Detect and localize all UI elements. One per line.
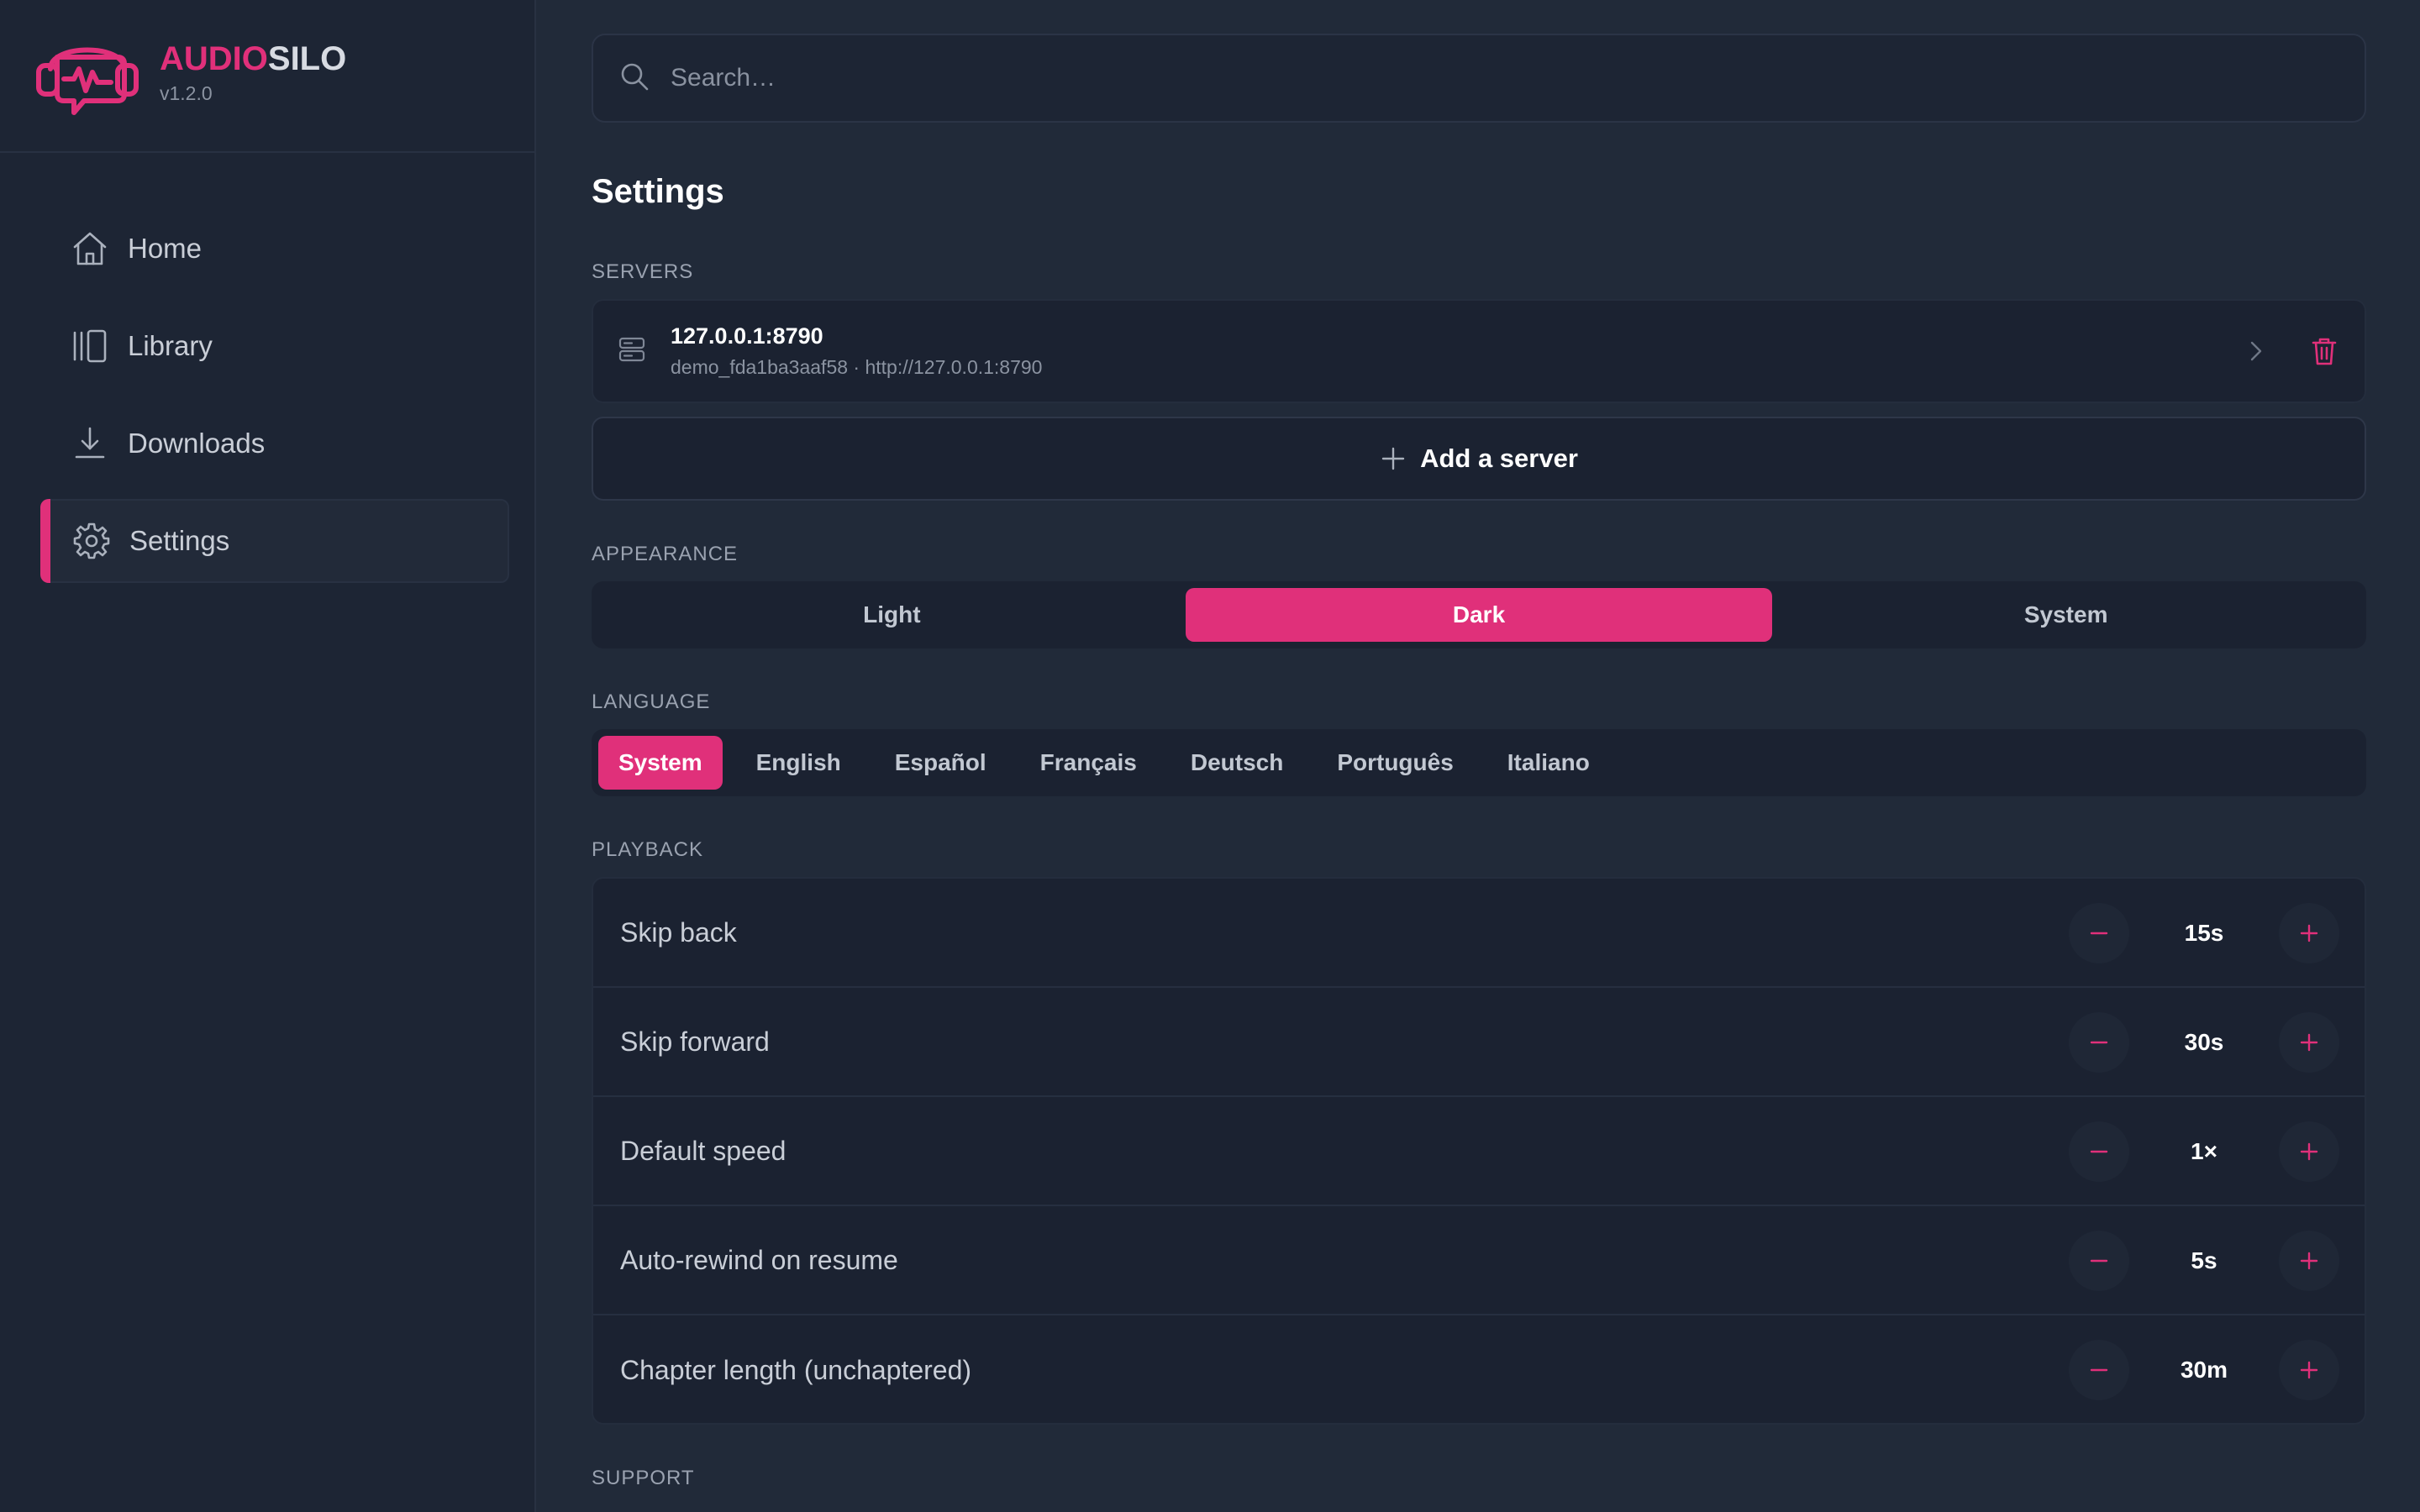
- sidebar-item-settings[interactable]: Settings: [40, 499, 509, 583]
- stepper-value: 30s: [2184, 1029, 2224, 1055]
- setting-label: Skip back: [620, 916, 737, 948]
- stepper-value: 30m: [2180, 1357, 2228, 1383]
- server-card[interactable]: 127.0.0.1:8790 demo_fda1ba3aaf58 · http:…: [592, 299, 2366, 403]
- server-name: 127.0.0.1:8790: [671, 323, 823, 349]
- stepper-value: 15s: [2184, 920, 2224, 946]
- language-option-italiano[interactable]: Italiano: [1487, 736, 1610, 790]
- add-server-label: Add a server: [1420, 444, 1578, 473]
- theme-option-system[interactable]: System: [1772, 588, 2360, 642]
- sidebar: AUDIOSILO v1.2.0 Home Library Downloads …: [0, 0, 536, 1512]
- add-server-button[interactable]: Add a server: [592, 417, 2366, 501]
- default-speed-stepper: 1×: [2069, 1121, 2339, 1182]
- language-option-francais[interactable]: Français: [1020, 736, 1157, 790]
- theme-selector: Light Dark System: [592, 581, 2366, 648]
- setting-row-auto-rewind: Auto-rewind on resume 5s: [593, 1206, 2365, 1315]
- decrement-button[interactable]: [2069, 1231, 2129, 1291]
- plus-icon: [2300, 924, 2318, 942]
- language-option-espanol[interactable]: Español: [875, 736, 1007, 790]
- increment-button[interactable]: [2279, 1340, 2339, 1400]
- minus-icon: [2090, 1259, 2108, 1263]
- search-bar[interactable]: [592, 34, 2366, 123]
- brand-name: AUDIOSILO: [160, 39, 346, 79]
- increment-button[interactable]: [2279, 903, 2339, 963]
- language-selector: System English Español Français Deutsch …: [592, 729, 2366, 796]
- plus-icon: [2300, 1142, 2318, 1161]
- section-label-language: LANGUAGE: [592, 690, 711, 713]
- minus-icon: [2090, 1368, 2108, 1372]
- setting-label: Default speed: [620, 1135, 786, 1166]
- decrement-button[interactable]: [2069, 1121, 2129, 1182]
- increment-button[interactable]: [2279, 1121, 2339, 1182]
- section-label-appearance: APPEARANCE: [592, 543, 739, 565]
- plus-icon: [2300, 1361, 2318, 1379]
- skip-forward-stepper: 30s: [2069, 1012, 2339, 1073]
- increment-button[interactable]: [2279, 1012, 2339, 1073]
- setting-label: Auto-rewind on resume: [620, 1244, 898, 1275]
- main-content: Settings SERVERS 127.0.0.1:8790 demo_fda…: [592, 0, 2366, 1512]
- gear-icon: [71, 520, 113, 562]
- theme-option-dark[interactable]: Dark: [1185, 588, 1773, 642]
- language-option-portugues[interactable]: Português: [1317, 736, 1473, 790]
- sidebar-item-label: Library: [128, 330, 213, 361]
- server-detail: demo_fda1ba3aaf58 · http://127.0.0.1:879…: [671, 356, 1043, 378]
- sidebar-item-label: Downloads: [128, 428, 266, 459]
- chevron-right-icon[interactable]: [2240, 336, 2270, 366]
- setting-row-default-speed: Default speed 1×: [593, 1097, 2365, 1206]
- minus-icon: [2090, 932, 2108, 935]
- page-title: Settings: [592, 173, 724, 210]
- minus-icon: [2090, 1150, 2108, 1153]
- theme-option-light[interactable]: Light: [598, 588, 1186, 642]
- sidebar-item-label: Settings: [129, 525, 230, 556]
- setting-row-skip-back: Skip back 15s: [593, 879, 2365, 988]
- search-input[interactable]: [671, 64, 2365, 92]
- home-icon: [69, 228, 111, 270]
- stepper-value: 1×: [2191, 1138, 2217, 1164]
- sidebar-nav: Home Library Downloads Settings: [0, 153, 534, 583]
- language-option-system[interactable]: System: [598, 736, 723, 790]
- trash-icon[interactable]: [2307, 334, 2341, 368]
- brand: AUDIOSILO v1.2.0: [0, 0, 534, 153]
- decrement-button[interactable]: [2069, 1012, 2129, 1073]
- setting-row-chapter-length: Chapter length (unchaptered) 30m: [593, 1315, 2365, 1425]
- plus-icon: [1381, 447, 1405, 470]
- plus-icon: [2300, 1252, 2318, 1270]
- logo-icon: [36, 47, 139, 115]
- setting-row-skip-forward: Skip forward 30s: [593, 988, 2365, 1097]
- decrement-button[interactable]: [2069, 903, 2129, 963]
- section-label-servers: SERVERS: [592, 260, 694, 283]
- sidebar-item-library[interactable]: Library: [40, 304, 509, 388]
- search-icon: [618, 60, 650, 97]
- decrement-button[interactable]: [2069, 1340, 2129, 1400]
- section-label-support: SUPPORT: [592, 1467, 695, 1489]
- setting-label: Skip forward: [620, 1026, 770, 1057]
- sidebar-item-home[interactable]: Home: [40, 207, 509, 291]
- language-option-deutsch[interactable]: Deutsch: [1171, 736, 1303, 790]
- brand-name-accent: AUDIO: [160, 39, 268, 77]
- app-version: v1.2.0: [160, 81, 213, 104]
- sidebar-item-downloads[interactable]: Downloads: [40, 402, 509, 486]
- playback-settings: Skip back 15s Skip forward 30s Default s…: [592, 877, 2366, 1425]
- library-icon: [69, 325, 111, 367]
- auto-rewind-stepper: 5s: [2069, 1231, 2339, 1291]
- chapter-length-stepper: 30m: [2069, 1340, 2339, 1400]
- plus-icon: [2300, 1033, 2318, 1052]
- increment-button[interactable]: [2279, 1231, 2339, 1291]
- skip-back-stepper: 15s: [2069, 903, 2339, 963]
- stepper-value: 5s: [2191, 1247, 2217, 1273]
- minus-icon: [2090, 1041, 2108, 1044]
- setting-label: Chapter length (unchaptered): [620, 1354, 972, 1385]
- download-icon: [69, 423, 111, 465]
- section-label-playback: PLAYBACK: [592, 838, 703, 861]
- server-icon: [617, 334, 647, 369]
- language-option-english[interactable]: English: [736, 736, 861, 790]
- sidebar-item-label: Home: [128, 233, 203, 264]
- brand-name-rest: SILO: [267, 39, 347, 77]
